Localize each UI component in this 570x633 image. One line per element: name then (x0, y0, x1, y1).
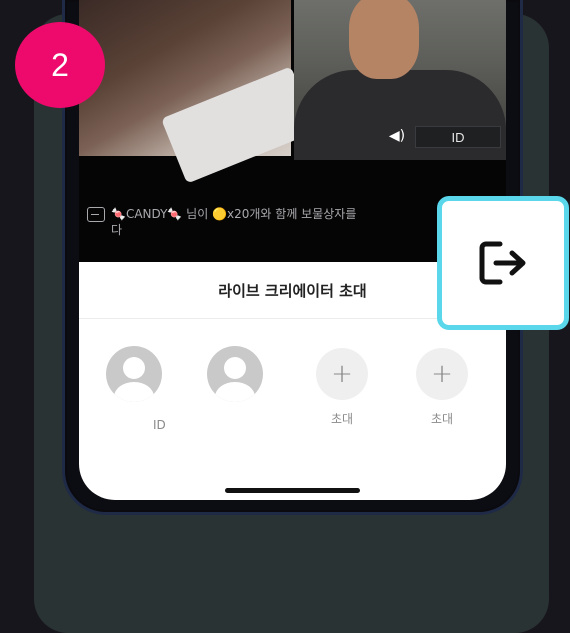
chat-message-text: 🍬CANDY🍬 님이 🟡x20개와 함께 보물상자를 (111, 207, 357, 221)
exit-button[interactable] (437, 196, 569, 330)
person-face (349, 0, 419, 79)
avatar (106, 346, 162, 402)
plus-icon[interactable]: + (416, 348, 468, 400)
invite-slot-4[interactable]: + 초대 (412, 346, 472, 436)
video-tile-right: ◀) ID (294, 0, 506, 160)
chat-message-text-cont: 다 (111, 223, 123, 237)
slot-label: 초대 (430, 412, 454, 426)
video-id-label: ID (415, 126, 501, 148)
video-tile-left (79, 0, 318, 184)
slot-label: 초대 (330, 412, 354, 426)
creator-slot-2[interactable]: ID (153, 346, 265, 436)
speaker-icon[interactable]: ◀) (386, 126, 408, 146)
step-badge: 2 (15, 22, 105, 108)
step-number: 2 (51, 46, 69, 83)
message-icon (87, 207, 105, 222)
plus-icon[interactable]: + (316, 348, 368, 400)
home-indicator (225, 488, 360, 493)
invite-slot-3[interactable]: + 초대 (312, 346, 372, 436)
exit-icon (479, 241, 526, 285)
slot-label: ID (153, 418, 166, 432)
avatar (207, 346, 263, 402)
